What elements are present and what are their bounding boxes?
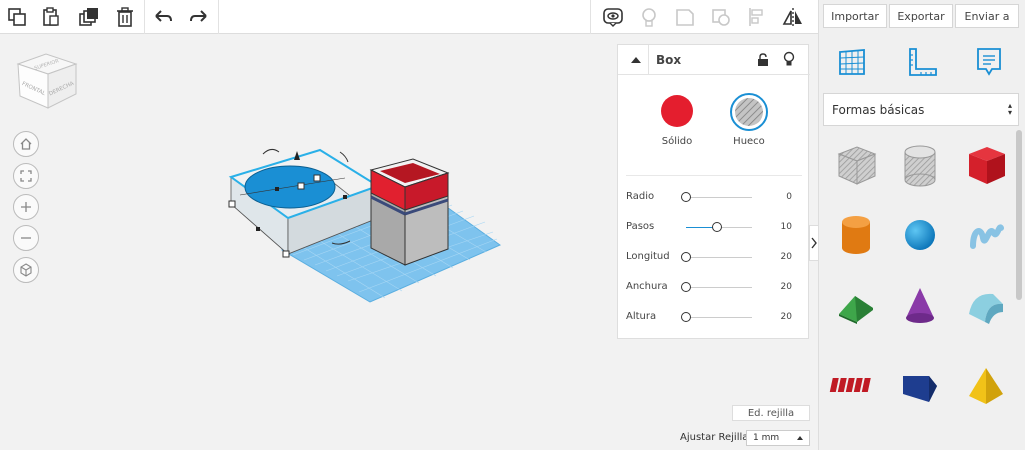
shapes-scrollbar[interactable] xyxy=(1016,130,1022,300)
shape-cylinder[interactable] xyxy=(829,208,883,262)
duplicate-icon[interactable] xyxy=(76,4,102,30)
mirror-icon[interactable] xyxy=(780,4,806,30)
shape-category-label: Formas básicas xyxy=(832,102,925,117)
toolbar-divider xyxy=(590,0,591,34)
property-value[interactable]: 10 xyxy=(781,222,792,232)
paste-icon[interactable] xyxy=(38,4,64,30)
caret-up-icon xyxy=(631,57,641,63)
solid-swatch[interactable] xyxy=(661,95,693,127)
home-icon xyxy=(20,138,32,150)
property-slider-thumb[interactable] xyxy=(681,252,691,262)
solid-box-object[interactable] xyxy=(369,158,450,266)
select-arrows-icon: ▴ ▾ xyxy=(1007,101,1012,117)
shape-text[interactable] xyxy=(829,358,883,412)
property-value[interactable]: 20 xyxy=(781,282,792,292)
fit-icon xyxy=(20,170,32,182)
shape-pyramid[interactable] xyxy=(959,358,1013,412)
main-toolbar xyxy=(0,0,818,34)
header-divider xyxy=(648,45,649,75)
send-to-button[interactable]: Enviar a xyxy=(955,4,1019,28)
property-label: Longitud xyxy=(626,251,670,262)
toolbar-divider xyxy=(144,0,145,34)
export-button[interactable]: Exportar xyxy=(889,4,953,28)
right-sidebar: Importar Exportar Enviar a Formas básica… xyxy=(818,0,1025,450)
zoom-out-button[interactable] xyxy=(13,225,39,251)
property-label: Radio xyxy=(626,191,655,202)
property-slider-thumb[interactable] xyxy=(681,312,691,322)
shape-round-roof[interactable] xyxy=(959,278,1013,332)
ungroup-icon[interactable] xyxy=(708,4,734,30)
minus-icon xyxy=(21,237,31,239)
shapes-grid xyxy=(819,130,1019,450)
redo-icon[interactable] xyxy=(186,4,212,30)
undo-icon[interactable] xyxy=(150,4,176,30)
property-slider-thumb[interactable] xyxy=(712,222,722,232)
perspective-icon xyxy=(20,263,32,277)
grid-icon[interactable] xyxy=(832,42,872,82)
property-slider-thumb[interactable] xyxy=(681,282,691,292)
property-slider-track[interactable] xyxy=(686,197,752,198)
group-icon[interactable] xyxy=(672,4,698,30)
zoom-in-button[interactable] xyxy=(13,194,39,220)
plus-icon xyxy=(21,202,31,212)
shape-box-hole[interactable] xyxy=(829,138,883,192)
shape-sphere[interactable] xyxy=(893,208,947,262)
ruler-icon[interactable] xyxy=(903,42,943,82)
snap-grid-label: Ajustar Rejilla xyxy=(680,432,749,443)
shape-category-select[interactable]: Formas básicas ▴ ▾ xyxy=(823,93,1019,126)
property-label: Pasos xyxy=(626,221,655,232)
shape-wedge[interactable] xyxy=(893,358,947,412)
property-slider-thumb[interactable] xyxy=(681,192,691,202)
toolbar-divider xyxy=(218,0,219,34)
lightbulb-icon[interactable] xyxy=(636,4,662,30)
inspector-title: Box xyxy=(656,53,682,67)
chevron-right-icon xyxy=(811,237,817,249)
property-value[interactable]: 20 xyxy=(781,252,792,262)
snap-grid-select[interactable]: 1 mm xyxy=(746,430,810,446)
perspective-button[interactable] xyxy=(13,257,39,283)
caret-up-icon xyxy=(797,436,803,440)
home-view-button[interactable] xyxy=(13,131,39,157)
view-cube[interactable]: SUPERIOR FRONTAL DERECHA xyxy=(12,50,82,122)
snap-grid-value: 1 mm xyxy=(753,433,780,443)
hole-label: Hueco xyxy=(733,136,765,147)
inspector-header: Box xyxy=(618,45,810,75)
hole-swatch[interactable] xyxy=(730,93,768,131)
shape-roof[interactable] xyxy=(829,278,883,332)
trash-icon[interactable] xyxy=(112,4,138,30)
lightbulb-icon[interactable] xyxy=(782,51,798,67)
property-slider-track[interactable] xyxy=(686,257,752,258)
shape-cone[interactable] xyxy=(893,278,947,332)
import-button[interactable]: Importar xyxy=(823,4,887,28)
solid-label: Sólido xyxy=(661,136,693,147)
property-slider-track[interactable] xyxy=(686,317,752,318)
eye-icon[interactable] xyxy=(600,4,626,30)
property-label: Altura xyxy=(626,311,657,322)
copy-icon[interactable] xyxy=(4,4,30,30)
shape-inspector: Box Sólido Hueco Radio 0 Pasos 10 Longitud 20… xyxy=(617,44,810,339)
collapse-button[interactable] xyxy=(624,49,648,71)
align-icon[interactable] xyxy=(744,4,770,30)
property-label: Anchura xyxy=(626,281,668,292)
edit-grid-button[interactable]: Ed. rejilla xyxy=(732,405,810,421)
property-value[interactable]: 0 xyxy=(786,192,792,202)
lock-icon[interactable] xyxy=(756,52,772,68)
shape-box[interactable] xyxy=(959,138,1013,192)
panel-icon-bar xyxy=(819,34,1025,90)
shape-cylinder-hole[interactable] xyxy=(893,138,947,192)
scene-3d[interactable] xyxy=(215,134,515,314)
fit-view-button[interactable] xyxy=(13,163,39,189)
property-value[interactable]: 20 xyxy=(781,312,792,322)
property-slider-track[interactable] xyxy=(686,287,752,288)
notes-icon[interactable] xyxy=(969,42,1009,82)
shape-scribble[interactable] xyxy=(959,208,1013,262)
divider xyxy=(626,175,802,176)
